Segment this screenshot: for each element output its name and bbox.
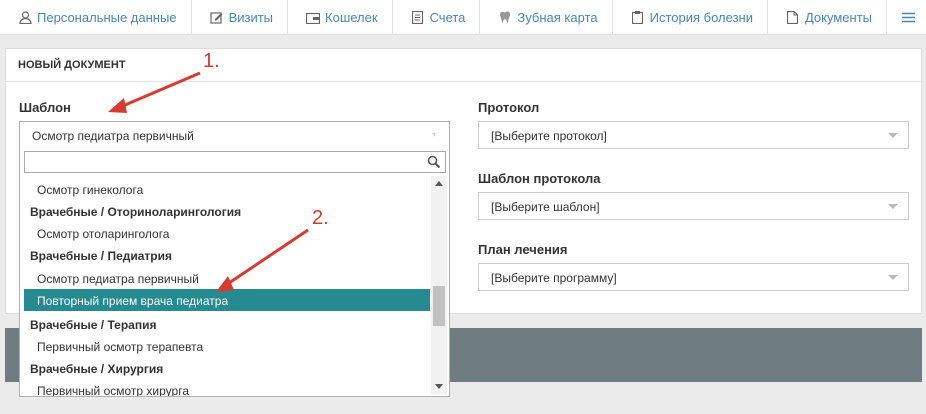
dropdown-search-input[interactable] [24, 151, 446, 173]
scroll-up-icon[interactable] [435, 181, 443, 186]
tab-medical-history[interactable]: История болезни [613, 0, 768, 35]
scrollbar-thumb[interactable] [433, 286, 445, 326]
search-icon [427, 155, 441, 169]
tab-label: Зубная карта [517, 10, 598, 25]
tooth-icon [498, 11, 512, 25]
chevron-down-icon [888, 133, 898, 138]
list-item[interactable]: Осмотр педиатра первичный [24, 267, 430, 289]
treatment-plan-select-value: [Выберите программу] [491, 271, 617, 285]
list-item-highlighted[interactable]: Повторный прием врача педиатра [24, 289, 430, 311]
clipboard-icon [631, 11, 645, 25]
dropdown-options: Осмотр гинеколога Врачебные / Оторинолар… [20, 176, 431, 396]
option-group-header: Врачебные / Оториноларингология [30, 205, 242, 219]
tab-personal-data[interactable]: Персональные данные [0, 0, 192, 35]
list-item[interactable]: Осмотр гинеколога [24, 178, 430, 200]
wallet-icon [306, 11, 321, 25]
tab-label: История болезни [649, 10, 753, 25]
annotation-label-1: 1. [203, 50, 220, 72]
user-icon [18, 11, 32, 25]
tab-wallet[interactable]: Кошелек [288, 0, 393, 35]
hamburger-icon [901, 11, 915, 25]
document-list-icon [411, 11, 425, 25]
annotation-label-2: 2. [312, 207, 329, 229]
dropdown-scrollbar[interactable] [431, 176, 447, 394]
chevron-down-icon [432, 133, 435, 137]
tab-documents[interactable]: Документы [768, 0, 887, 35]
list-item[interactable]: Осмотр отоларинголога [24, 222, 430, 244]
more-menu-button[interactable] [887, 0, 926, 35]
template-select[interactable]: Осмотр педиатра первичный [19, 121, 450, 149]
option-group-header: Врачебные / Хирургия [30, 362, 164, 376]
protocol-label: Протокол [478, 100, 540, 115]
tab-label: Визиты [228, 10, 274, 25]
list-item[interactable]: Первичный осмотр терапевта [24, 335, 430, 357]
scroll-down-icon[interactable] [435, 384, 443, 389]
tab-invoices[interactable]: Счета [393, 0, 481, 35]
protocol-template-label: Шаблон протокола [478, 171, 601, 186]
template-label: Шаблон [19, 100, 71, 115]
option-group-header: Врачебные / Терапия [30, 318, 157, 332]
edit-icon [210, 11, 224, 25]
option-group-header: Врачебные / Педиатрия [30, 249, 172, 263]
treatment-plan-label: План лечения [478, 242, 568, 257]
tab-label: Персональные данные [37, 10, 177, 25]
treatment-plan-select[interactable]: [Выберите программу] [478, 263, 909, 291]
protocol-template-select-value: [Выберите шаблон] [491, 200, 600, 214]
tab-dental-chart[interactable]: Зубная карта [480, 0, 613, 35]
template-select-value: Осмотр педиатра первичный [32, 129, 194, 143]
tab-label: Кошелек [325, 10, 378, 25]
list-item[interactable]: Первичный осмотр хирурга [24, 379, 430, 396]
patient-tabs: Персональные данные Визиты Кошелек Счета… [0, 0, 926, 35]
file-icon [786, 11, 800, 25]
tab-label: Счета [429, 10, 466, 25]
panel-title: НОВЫЙ ДОКУМЕНТ [6, 49, 921, 82]
protocol-template-select[interactable]: [Выберите шаблон] [478, 192, 909, 220]
protocol-select[interactable]: [Выберите протокол] [478, 121, 909, 149]
protocol-select-value: [Выберите протокол] [491, 129, 607, 143]
chevron-down-icon [888, 204, 898, 209]
template-dropdown: Осмотр гинеколога Врачебные / Оторинолар… [19, 146, 450, 397]
tab-visits[interactable]: Визиты [192, 0, 289, 35]
chevron-down-icon [888, 275, 898, 280]
tab-label: Документы [804, 10, 872, 25]
